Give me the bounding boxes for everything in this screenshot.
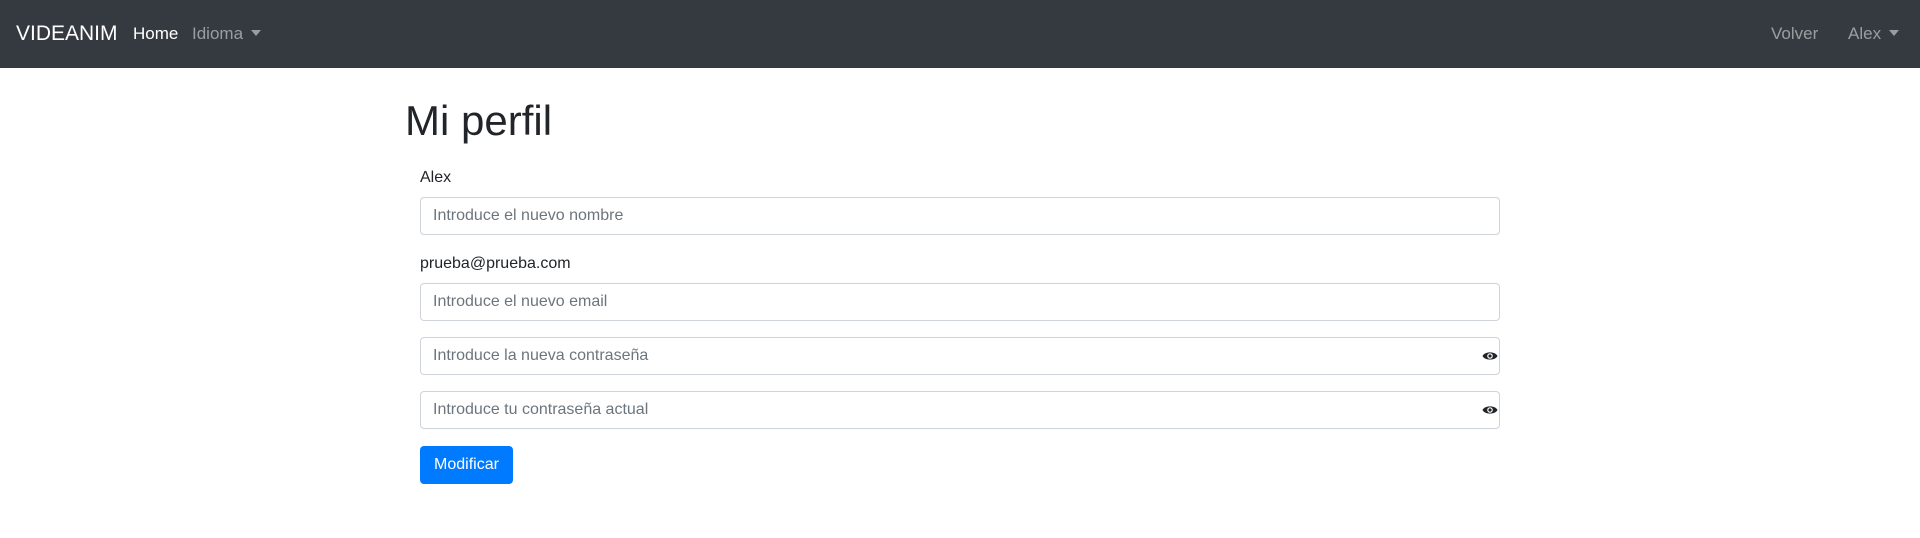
- current-name-label: Alex: [420, 169, 452, 186]
- language-dropdown-label: Idioma: [192, 24, 244, 43]
- nav-home-link[interactable]: Home: [133, 24, 178, 44]
- eye-icon[interactable]: [1482, 404, 1498, 416]
- user-dropdown-label: Alex: [1848, 24, 1882, 43]
- new-name-input[interactable]: [420, 197, 1500, 235]
- caret-down-icon: [251, 30, 262, 36]
- new-password-input[interactable]: [420, 337, 1500, 375]
- current-email-label: prueba@prueba.com: [420, 255, 571, 272]
- language-dropdown[interactable]: Idioma: [192, 24, 262, 44]
- profile-form-container: Mi perfil Alex prueba@prueba.com Modific…: [0, 68, 1920, 538]
- current-password-input[interactable]: [420, 391, 1500, 429]
- modify-button[interactable]: Modificar: [420, 446, 513, 484]
- user-dropdown[interactable]: Alex: [1848, 24, 1900, 44]
- top-navbar: VIDEANIM Home Idioma Volver Alex: [0, 0, 1920, 68]
- back-link[interactable]: Volver: [1771, 24, 1818, 44]
- eye-icon[interactable]: [1482, 350, 1498, 362]
- caret-down-icon: [1889, 30, 1900, 36]
- brand-logo[interactable]: VIDEANIM: [16, 21, 118, 47]
- new-email-input[interactable]: [420, 283, 1500, 321]
- page-title: Mi perfil: [405, 97, 553, 144]
